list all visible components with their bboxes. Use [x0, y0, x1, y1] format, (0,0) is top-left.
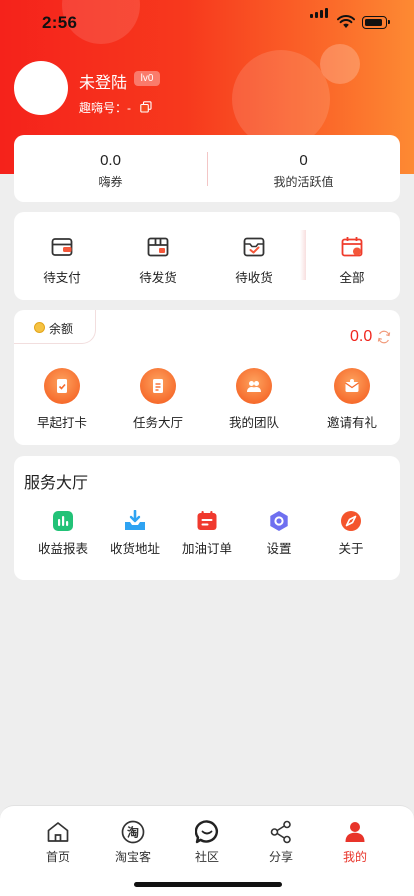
service-hall-card: 服务大厅 收益报表 收货地址 加油订单 设置 关于	[14, 456, 400, 580]
order-label: 待发货	[139, 271, 177, 285]
order-pending-shipment[interactable]: 待发货	[110, 212, 206, 300]
user-name[interactable]: 未登陆	[79, 69, 127, 93]
section-title: 服务大厅	[24, 475, 89, 492]
inbox-check-icon	[243, 237, 265, 257]
person-icon	[345, 822, 365, 842]
coin-icon	[34, 322, 45, 333]
wallet-item-my-team[interactable]: 我的团队	[206, 368, 302, 438]
tab-taobaoke[interactable]: 淘 淘宝客	[96, 806, 170, 876]
stat-label: 嗨券	[98, 175, 123, 189]
wallet-item-task-hall[interactable]: 任务大厅	[110, 368, 206, 438]
home-indicator	[134, 882, 282, 887]
box-icon	[147, 237, 169, 257]
wallet-card: 余额 0.0 早起打卡 任务大厅 我的团队 邀请有礼	[14, 310, 400, 445]
gift-envelope-icon	[334, 368, 370, 404]
order-pending-receipt[interactable]: 待收货	[206, 212, 302, 300]
order-calendar-icon	[197, 511, 217, 530]
stat-label: 我的活跃值	[273, 175, 334, 189]
stat-value: 0.0	[100, 152, 121, 169]
order-pending-payment[interactable]: 待支付	[14, 212, 110, 300]
share-icon	[270, 820, 291, 844]
service-fuel-orders[interactable]: 加油订单	[168, 508, 246, 568]
wallet-label: 邀请有礼	[326, 416, 377, 430]
wifi-icon	[337, 15, 355, 28]
wallet-card-icon	[51, 238, 73, 256]
tab-label: 社区	[194, 850, 219, 864]
refresh-icon[interactable]	[377, 330, 391, 344]
tab-label: 我的	[342, 850, 367, 864]
tab-label: 分享	[268, 850, 293, 864]
order-label: 全部	[339, 271, 365, 285]
hexagon-settings-icon	[270, 511, 288, 531]
service-about[interactable]: 关于	[312, 508, 390, 568]
battery-icon	[362, 16, 390, 29]
wallet-item-invite[interactable]: 邀请有礼	[304, 368, 400, 438]
order-label: 待收货	[235, 271, 273, 285]
download-tray-icon	[125, 510, 145, 530]
tab-label: 淘宝客	[114, 850, 151, 864]
tab-label: 首页	[45, 850, 70, 864]
tab-mine[interactable]: 我的	[318, 806, 392, 876]
wallet-label: 任务大厅	[132, 416, 183, 430]
taobao-glyph: 淘	[127, 825, 139, 840]
orders-card: 待支付 待发货 待收货 全部	[14, 212, 400, 300]
service-label: 加油订单	[181, 542, 232, 556]
wallet-label: 早起打卡	[36, 416, 87, 430]
avatar[interactable]	[14, 61, 68, 115]
balance-tab[interactable]: 余额	[14, 310, 96, 344]
check-in-icon	[44, 368, 80, 404]
compass-icon	[341, 511, 361, 531]
order-label: 待支付	[43, 271, 81, 285]
chat-bubble-icon	[195, 820, 219, 844]
home-icon	[47, 822, 69, 842]
service-label: 收益报表	[37, 542, 88, 556]
wallet-label: 我的团队	[228, 416, 279, 430]
service-label: 收货地址	[109, 542, 160, 556]
level-badge: lv0	[134, 71, 160, 86]
service-earnings-report[interactable]: 收益报表	[24, 508, 102, 568]
status-bar: 2:56	[0, 0, 414, 46]
tab-home[interactable]: 首页	[21, 806, 95, 876]
service-settings[interactable]: 设置	[240, 508, 318, 568]
task-icon	[140, 368, 176, 404]
calendar-icon	[341, 237, 363, 257]
order-all[interactable]: 全部	[304, 212, 400, 300]
wallet-item-check-in[interactable]: 早起打卡	[14, 368, 110, 438]
chart-icon	[53, 511, 73, 531]
service-label: 关于	[338, 542, 364, 556]
decor-bubble	[320, 44, 360, 84]
stat-value: 0	[299, 152, 308, 169]
tab-community[interactable]: 社区	[170, 806, 244, 876]
decor-bubble	[232, 50, 330, 148]
balance-value: 0.0	[350, 328, 373, 345]
balance-label: 余额	[49, 322, 74, 336]
tab-share[interactable]: 分享	[244, 806, 318, 876]
copy-icon[interactable]	[140, 101, 152, 113]
hi-coupon-stat[interactable]: 0.0 嗨券	[14, 135, 207, 202]
status-time: 2:56	[42, 13, 78, 32]
service-shipping-address[interactable]: 收货地址	[96, 508, 174, 568]
team-icon	[236, 368, 272, 404]
taobao-icon: 淘	[121, 820, 145, 844]
stats-card: 0.0 嗨券 0 我的活跃值	[14, 135, 400, 202]
user-id: 趣嗨号：-	[79, 101, 131, 115]
service-label: 设置	[266, 542, 292, 556]
activity-stat[interactable]: 0 我的活跃值	[207, 135, 400, 202]
